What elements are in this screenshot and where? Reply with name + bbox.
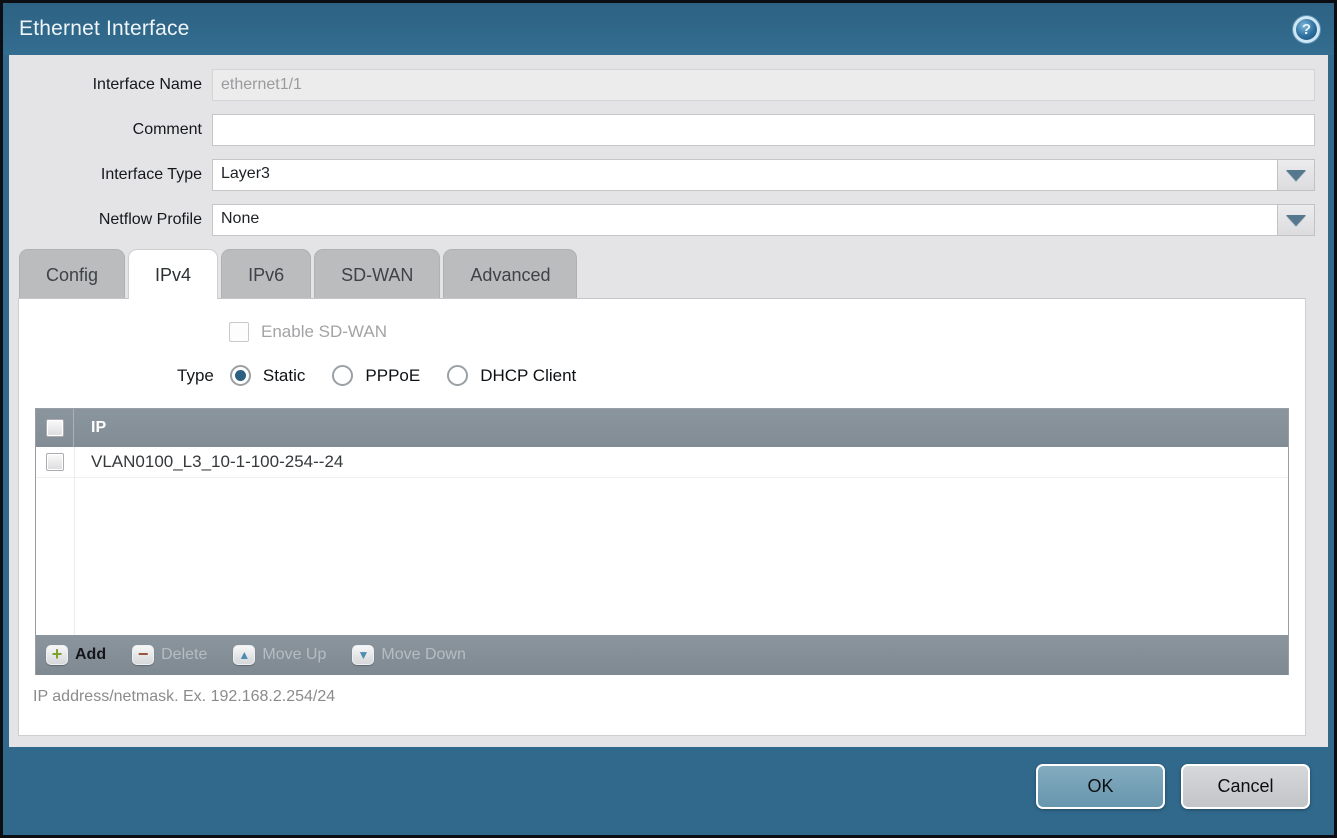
ip-table: IP VLAN0100_L3_10-1-100-254--24 + Add bbox=[35, 408, 1289, 675]
dialog-footer: OK Cancel bbox=[3, 747, 1334, 835]
add-button-label: Add bbox=[75, 646, 106, 664]
tab-ipv6[interactable]: IPv6 bbox=[221, 249, 311, 299]
interface-type-label: Interface Type bbox=[9, 166, 212, 184]
form-row-interface-type: Interface Type Layer3 bbox=[9, 159, 1315, 191]
ip-table-header: IP bbox=[36, 409, 1288, 447]
move-up-button: ▲ Move Up bbox=[233, 645, 326, 665]
radio-static[interactable]: Static bbox=[230, 365, 306, 386]
radio-pppoe-label: PPPoE bbox=[365, 366, 420, 386]
delete-button-label: Delete bbox=[161, 646, 207, 664]
dialog-body: Interface Name Comment Interface Type La… bbox=[9, 55, 1328, 747]
tab-advanced[interactable]: Advanced bbox=[443, 249, 577, 299]
ipv4-tab-panel: Enable SD-WAN Type Static PPPoE DHCP Cli… bbox=[18, 298, 1306, 736]
move-down-button-label: Move Down bbox=[381, 646, 465, 664]
radio-dhcp-client[interactable]: DHCP Client bbox=[447, 365, 576, 386]
select-all-checkbox[interactable] bbox=[46, 419, 64, 437]
tab-config[interactable]: Config bbox=[19, 249, 125, 299]
enable-sdwan-checkbox bbox=[229, 322, 249, 342]
ip-column-header: IP bbox=[74, 419, 106, 437]
move-down-button: ▼ Move Down bbox=[352, 645, 465, 665]
form-row-netflow-profile: Netflow Profile None bbox=[9, 204, 1315, 236]
tab-sdwan[interactable]: SD-WAN bbox=[314, 249, 440, 299]
enable-sdwan-label: Enable SD-WAN bbox=[261, 322, 387, 342]
interface-name-label: Interface Name bbox=[9, 76, 212, 94]
interface-type-select[interactable]: Layer3 bbox=[212, 159, 1277, 191]
header-checkbox-cell bbox=[36, 409, 74, 447]
row-checkbox-cell bbox=[36, 447, 74, 477]
chevron-down-icon bbox=[1286, 215, 1306, 226]
ethernet-interface-dialog: Ethernet Interface ? Interface Name Comm… bbox=[0, 0, 1337, 838]
cancel-button[interactable]: Cancel bbox=[1181, 764, 1310, 809]
delete-button: − Delete bbox=[132, 645, 207, 665]
plus-icon: + bbox=[46, 645, 68, 665]
radio-dhcp-client-label: DHCP Client bbox=[480, 366, 576, 386]
radio-static-label: Static bbox=[263, 366, 306, 386]
radio-pppoe[interactable]: PPPoE bbox=[332, 365, 420, 386]
table-toolbar: + Add − Delete ▲ Move Up ▼ Move Down bbox=[36, 635, 1288, 675]
arrow-up-icon: ▲ bbox=[233, 645, 255, 665]
netflow-profile-select[interactable]: None bbox=[212, 204, 1277, 236]
netflow-profile-dropdown-button[interactable] bbox=[1277, 204, 1315, 236]
type-row: Type Static PPPoE DHCP Client bbox=[177, 365, 1305, 386]
type-label: Type bbox=[177, 366, 214, 386]
radio-button-icon bbox=[332, 365, 353, 386]
minus-icon: − bbox=[132, 645, 154, 665]
radio-button-icon bbox=[447, 365, 468, 386]
interface-type-dropdown-button[interactable] bbox=[1277, 159, 1315, 191]
tab-strip: Config IPv4 IPv6 SD-WAN Advanced bbox=[9, 249, 1315, 299]
dialog-title: Ethernet Interface bbox=[19, 17, 1293, 41]
ip-table-body: VLAN0100_L3_10-1-100-254--24 bbox=[36, 447, 1288, 635]
chevron-down-icon bbox=[1286, 170, 1306, 181]
form-row-comment: Comment bbox=[9, 114, 1315, 146]
add-button[interactable]: + Add bbox=[46, 645, 106, 665]
tab-ipv4[interactable]: IPv4 bbox=[128, 249, 218, 299]
move-up-button-label: Move Up bbox=[262, 646, 326, 664]
radio-button-icon bbox=[230, 365, 251, 386]
netflow-profile-label: Netflow Profile bbox=[9, 211, 212, 229]
ok-button[interactable]: OK bbox=[1036, 764, 1165, 809]
table-row[interactable]: VLAN0100_L3_10-1-100-254--24 bbox=[36, 447, 1288, 478]
enable-sdwan-row: Enable SD-WAN bbox=[229, 322, 1305, 342]
dialog-titlebar: Ethernet Interface ? bbox=[3, 3, 1334, 55]
help-icon[interactable]: ? bbox=[1293, 16, 1320, 43]
interface-name-input bbox=[212, 69, 1315, 101]
comment-label: Comment bbox=[9, 121, 212, 139]
row-ip-value: VLAN0100_L3_10-1-100-254--24 bbox=[74, 452, 343, 472]
form-row-interface-name: Interface Name bbox=[9, 69, 1315, 101]
row-checkbox[interactable] bbox=[46, 453, 64, 471]
comment-input[interactable] bbox=[212, 114, 1315, 146]
ip-format-hint: IP address/netmask. Ex. 192.168.2.254/24 bbox=[33, 688, 1305, 706]
arrow-down-icon: ▼ bbox=[352, 645, 374, 665]
